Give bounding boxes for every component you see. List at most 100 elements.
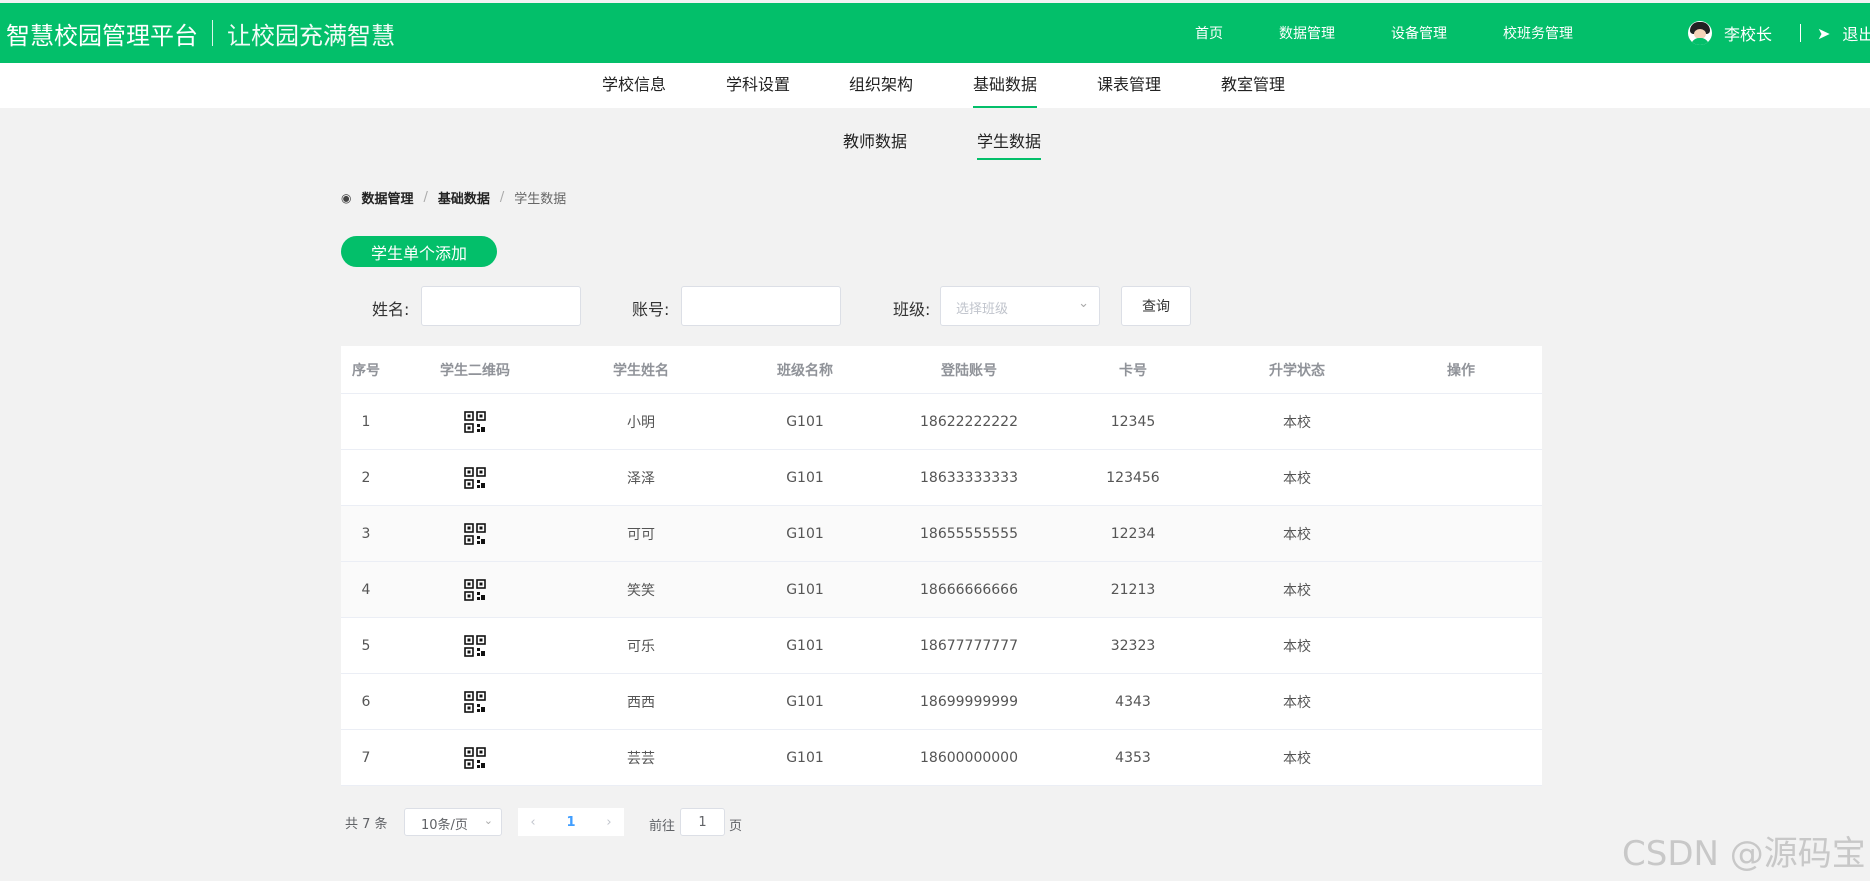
cell-action[interactable] bbox=[1379, 394, 1543, 449]
name-label: 姓名: bbox=[372, 300, 410, 319]
pager: ‹ 1 › bbox=[518, 808, 624, 836]
cell-action[interactable] bbox=[1379, 506, 1543, 561]
student-table: 序号 学生二维码 学生姓名 班级名称 登陆账号 卡号 升学状态 操作 1 小明 G1… bbox=[341, 346, 1542, 786]
account-input[interactable] bbox=[681, 286, 841, 326]
logout-link[interactable]: 退出 bbox=[1842, 21, 1870, 45]
cell-card: 21213 bbox=[1110, 581, 1156, 598]
cell-qr[interactable] bbox=[391, 674, 559, 729]
col-header-no: 序号 bbox=[352, 362, 380, 379]
cell-qr[interactable] bbox=[391, 394, 559, 449]
cell-qr[interactable] bbox=[391, 450, 559, 505]
cell-card: 12345 bbox=[1110, 413, 1156, 430]
add-student-button[interactable]: 学生单个添加 bbox=[341, 236, 497, 267]
cell-account: 18699999999 bbox=[920, 693, 1018, 710]
class-select[interactable]: 选择班级 ⌄ bbox=[940, 286, 1100, 326]
cell-status: 本校 bbox=[1283, 582, 1311, 599]
cell-class: G101 bbox=[786, 525, 824, 542]
user-name[interactable]: 李校长 bbox=[1724, 21, 1772, 45]
cell-name: 可可 bbox=[627, 526, 655, 543]
breadcrumb-basic-data[interactable]: 基础数据 bbox=[438, 188, 490, 207]
chevron-right-icon[interactable]: › bbox=[594, 815, 624, 830]
cell-no: 3 bbox=[361, 525, 371, 542]
cell-no: 7 bbox=[361, 749, 371, 766]
cell-no: 6 bbox=[361, 693, 371, 710]
qr-code-icon[interactable] bbox=[464, 746, 486, 769]
nav-data-management[interactable]: 数据管理 bbox=[1279, 23, 1335, 43]
tab-student-data[interactable]: 学生数据 bbox=[977, 128, 1042, 160]
nav-class-affairs[interactable]: 校班务管理 bbox=[1503, 23, 1573, 43]
tab-teacher-data[interactable]: 教师数据 bbox=[843, 128, 907, 160]
class-label: 班级: bbox=[893, 300, 931, 319]
qr-code-icon[interactable] bbox=[464, 578, 486, 601]
tab-organization[interactable]: 组织架构 bbox=[849, 63, 913, 108]
col-header-action: 操作 bbox=[1447, 362, 1475, 379]
cell-card: 123456 bbox=[1106, 469, 1160, 486]
tab-basic-data[interactable]: 基础数据 bbox=[973, 63, 1038, 108]
table-row: 6 西西 G101 18699999999 4343 本校 bbox=[341, 674, 1542, 730]
breadcrumb: ◉ 数据管理 / 基础数据 / 学生数据 bbox=[341, 188, 566, 207]
cell-status: 本校 bbox=[1283, 638, 1311, 655]
cell-name: 芸芸 bbox=[627, 750, 655, 767]
cell-account: 18633333333 bbox=[920, 469, 1018, 486]
chevron-down-icon: ⌄ bbox=[1078, 296, 1089, 311]
account-label: 账号: bbox=[632, 300, 670, 319]
cell-status: 本校 bbox=[1283, 750, 1311, 767]
chevron-left-icon[interactable]: ‹ bbox=[518, 815, 548, 830]
tab-timetable[interactable]: 课表管理 bbox=[1097, 63, 1161, 108]
top-header: 智慧校园管理平台 让校园充满智慧 首页 数据管理 设备管理 校班务管理 李校长 … bbox=[0, 3, 1870, 63]
qr-code-icon[interactable] bbox=[464, 410, 486, 433]
breadcrumb-data-management[interactable]: 数据管理 bbox=[361, 188, 413, 207]
cell-card: 32323 bbox=[1110, 637, 1156, 654]
qr-code-icon[interactable] bbox=[464, 690, 486, 713]
tab-subject-settings[interactable]: 学科设置 bbox=[726, 63, 790, 108]
cell-action[interactable] bbox=[1379, 618, 1543, 673]
nav-home[interactable]: 首页 bbox=[1195, 23, 1223, 43]
qr-code-icon[interactable] bbox=[464, 466, 486, 489]
nav-device-management[interactable]: 设备管理 bbox=[1391, 23, 1447, 43]
tab-school-info[interactable]: 学校信息 bbox=[602, 63, 666, 108]
avatar[interactable] bbox=[1688, 21, 1712, 45]
page-size-select[interactable]: 10条/页 ⌄ bbox=[404, 808, 502, 836]
cell-card: 4353 bbox=[1115, 749, 1151, 766]
cell-no: 4 bbox=[361, 581, 371, 598]
cell-name: 笑笑 bbox=[627, 582, 655, 599]
cell-account: 18677777777 bbox=[920, 637, 1018, 654]
cell-qr[interactable] bbox=[391, 562, 559, 617]
page-number[interactable]: 1 bbox=[548, 815, 594, 830]
qr-code-icon[interactable] bbox=[464, 522, 486, 545]
cell-name: 可乐 bbox=[627, 638, 655, 655]
cell-no: 5 bbox=[361, 637, 371, 654]
cell-action[interactable] bbox=[1379, 730, 1543, 785]
breadcrumb-separator: / bbox=[423, 190, 428, 205]
cell-no: 2 bbox=[361, 469, 371, 486]
col-header-status: 升学状态 bbox=[1269, 362, 1325, 379]
cell-status: 本校 bbox=[1283, 526, 1311, 543]
qr-code-icon[interactable] bbox=[464, 634, 486, 657]
cell-action[interactable] bbox=[1379, 562, 1543, 617]
goto-page-input[interactable] bbox=[680, 808, 725, 836]
cell-class: G101 bbox=[786, 469, 824, 486]
table-row: 7 芸芸 G101 18600000000 4353 本校 bbox=[341, 730, 1542, 786]
cell-qr[interactable] bbox=[391, 730, 559, 785]
tab-classroom[interactable]: 教室管理 bbox=[1221, 63, 1285, 108]
col-header-name: 学生姓名 bbox=[613, 362, 669, 379]
class-select-placeholder: 选择班级 bbox=[956, 302, 1009, 317]
cell-action[interactable] bbox=[1379, 450, 1543, 505]
location-pin-icon: ◉ bbox=[341, 190, 352, 205]
brand-slogan: 让校园充满智慧 bbox=[227, 21, 395, 50]
goto-suffix: 页 bbox=[729, 819, 743, 834]
col-header-account: 登陆账号 bbox=[941, 362, 997, 379]
chevron-down-icon: ⌄ bbox=[483, 814, 493, 827]
user-area: 李校长 ➤ 退出 bbox=[1688, 3, 1870, 63]
top-nav: 首页 数据管理 设备管理 校班务管理 bbox=[1195, 3, 1629, 63]
send-icon[interactable]: ➤ bbox=[1817, 24, 1830, 43]
query-button[interactable]: 查询 bbox=[1121, 286, 1191, 326]
watermark: CSDN @源码宝 bbox=[1622, 834, 1866, 874]
cell-action[interactable] bbox=[1379, 674, 1543, 729]
name-input[interactable] bbox=[421, 286, 581, 326]
cell-qr[interactable] bbox=[391, 618, 559, 673]
cell-class: G101 bbox=[786, 581, 824, 598]
cell-qr[interactable] bbox=[391, 506, 559, 561]
cell-class: G101 bbox=[786, 637, 824, 654]
cell-class: G101 bbox=[786, 413, 824, 430]
